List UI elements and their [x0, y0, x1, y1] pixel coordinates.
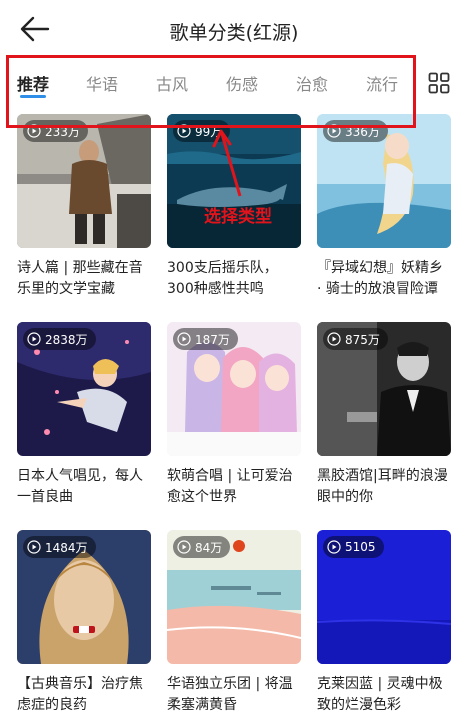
playlist-cover: 1484万 [17, 530, 151, 664]
play-count: 84万 [195, 540, 223, 555]
play-count: 5105 [345, 540, 376, 554]
play-icon [177, 332, 191, 346]
playlist-cover: 84万 [167, 530, 301, 664]
playlist-title: 诗人篇 | 那些藏在音乐里的文学宝藏 [17, 260, 143, 297]
play-icon [327, 332, 341, 346]
play-icon [177, 540, 191, 554]
playlist-card[interactable]: 1484万 【古典音乐】治疗焦虑症的良药 [17, 530, 151, 716]
play-count: 1484万 [45, 540, 88, 555]
play-icon [27, 540, 41, 554]
play-icon [27, 332, 41, 346]
playlist-cover: 2838万 [17, 322, 151, 456]
playlist-cover: 5105 [317, 530, 451, 664]
playlist-card[interactable]: 84万 华语独立乐团 | 将温柔塞满黄昏 [167, 530, 301, 716]
header: 歌单分类(红源) [0, 0, 468, 62]
playlist-title: 华语独立乐团 | 将温柔塞满黄昏 [167, 676, 293, 713]
playlist-card[interactable]: 2838万 日本人气唱见，每人一首良曲 [17, 322, 151, 508]
playlist-cover: 233万 [17, 114, 151, 248]
play-icon [327, 540, 341, 554]
page-title: 歌单分类(红源) [169, 22, 299, 44]
play-count-badge: 5105 [323, 536, 384, 558]
play-count: 875万 [345, 332, 380, 347]
playlist-cover: 875万 [317, 322, 451, 456]
play-count: 2838万 [45, 332, 88, 347]
playlist-title: 软萌合唱 | 让可爱治愈这个世界 [167, 468, 293, 505]
play-count-badge: 187万 [173, 328, 238, 350]
playlist-title: 日本人气唱见，每人一首良曲 [17, 468, 143, 505]
playlist-card[interactable]: 875万 黑胶酒馆|耳畔的浪漫眼中的你 [317, 322, 451, 508]
grid-icon[interactable] [428, 72, 450, 94]
playlist-title: 300支后摇乐队，300种感性共鸣 [167, 260, 278, 297]
annotation-highlight-box [6, 55, 416, 128]
play-count-badge: 2838万 [23, 328, 96, 350]
playlist-title: 『异域幻想』妖精乡 · 骑士的放浪冒险谭 [317, 260, 443, 297]
playlist-card[interactable]: 187万 软萌合唱 | 让可爱治愈这个世界 [167, 322, 301, 508]
playlist-cover: 99万 [167, 114, 301, 248]
playlist-title: 黑胶酒馆|耳畔的浪漫眼中的你 [317, 468, 448, 505]
playlist-title: 克莱因蓝 | 灵魂中极致的烂漫色彩 [317, 676, 443, 713]
playlist-card[interactable]: 336万 『异域幻想』妖精乡 · 骑士的放浪冒险谭 [317, 114, 451, 300]
playlist-card[interactable]: 5105 克莱因蓝 | 灵魂中极致的烂漫色彩 [317, 530, 451, 716]
play-count-badge: 875万 [323, 328, 388, 350]
play-count-badge: 1484万 [23, 536, 96, 558]
play-count: 187万 [195, 332, 230, 347]
annotation-label: 选择类型 [204, 207, 272, 227]
playlist-cover: 187万 [167, 322, 301, 456]
playlist-title: 【古典音乐】治疗焦虑症的良药 [17, 676, 143, 713]
play-count-badge: 84万 [173, 536, 231, 558]
playlist-cover: 336万 [317, 114, 451, 248]
playlist-card[interactable]: 233万 诗人篇 | 那些藏在音乐里的文学宝藏 [17, 114, 151, 300]
